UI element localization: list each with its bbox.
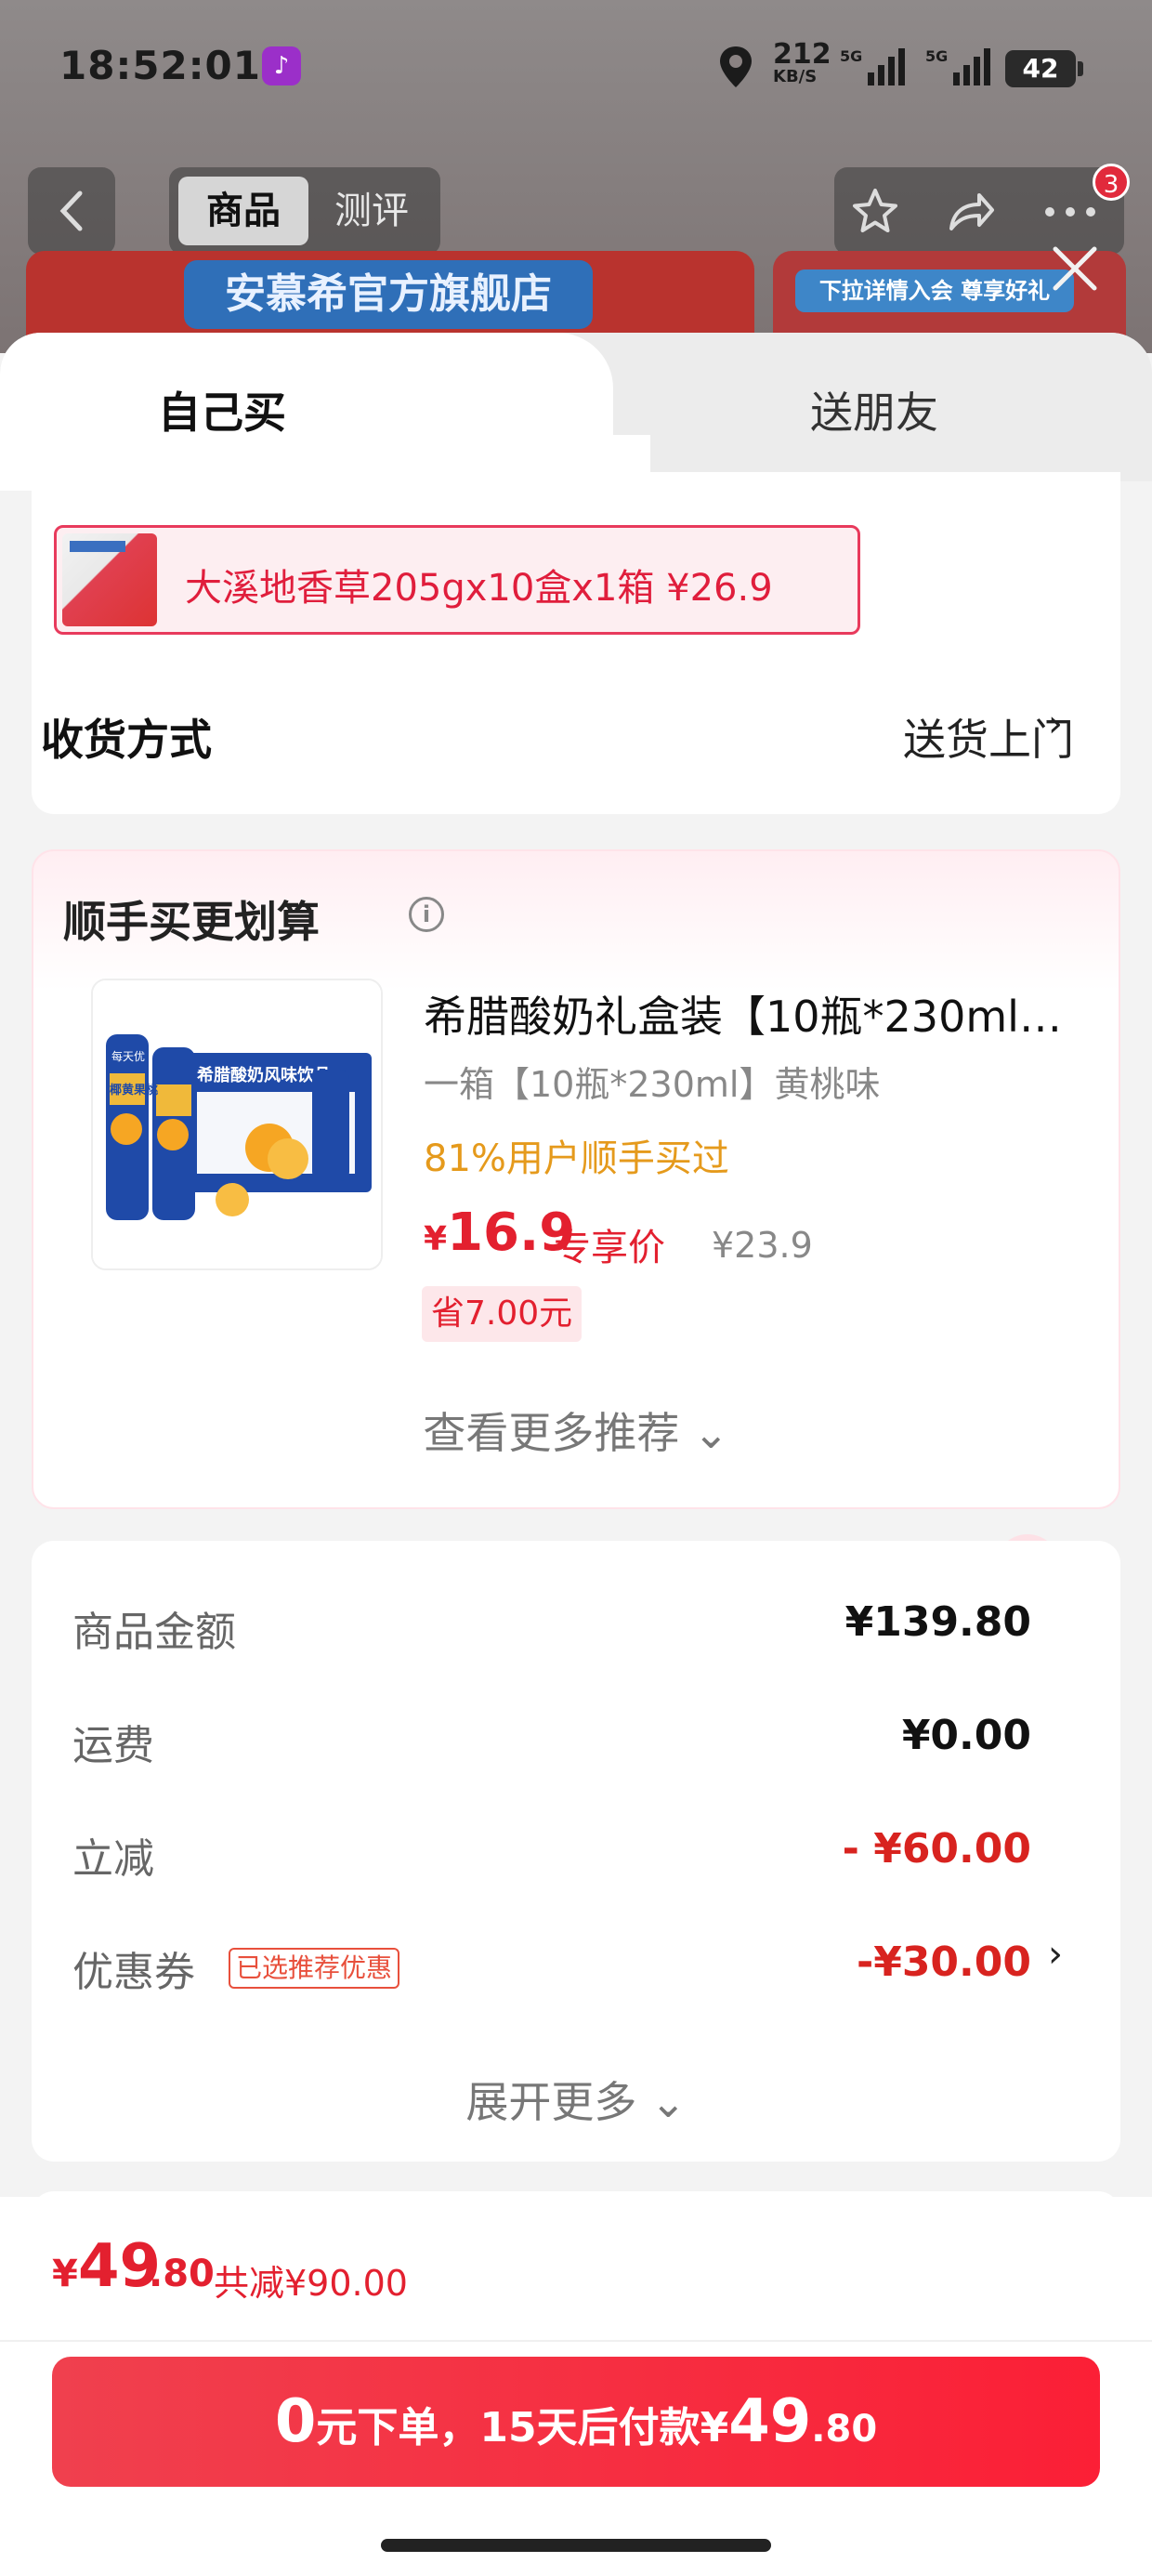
addon-original-price: ¥23.9 xyxy=(712,1225,813,1266)
summary-shipping-label: 运费 xyxy=(72,1722,154,1769)
tab-buy-for-self-label: 自己买 xyxy=(158,388,286,438)
summary-goods-amount-label: 商品金额 xyxy=(72,1609,236,1656)
svg-text:希腊酸奶风味饮品: 希腊酸奶风味饮品 xyxy=(197,1065,331,1085)
addon-product-spec: 一箱【10瓶*230ml】黄桃味 xyxy=(424,1064,881,1105)
total-saved: 共减¥90.00 xyxy=(214,2263,408,2304)
promo-text: 下拉详情入会 尊享好礼 xyxy=(795,269,1074,312)
addon-bought-ratio: 81%用户顺手买过 xyxy=(424,1137,729,1180)
share-icon[interactable] xyxy=(944,186,996,238)
summary-coupon-value[interactable]: -¥30.00 xyxy=(857,1939,1031,1986)
view-more-recommendations[interactable]: 查看更多推荐 ⌄ xyxy=(0,1400,1152,1461)
tab-gift-to-friend[interactable]: 送朋友 xyxy=(810,379,938,440)
signal-5g-icon: 5G xyxy=(925,47,990,85)
addon-product-image[interactable]: 希腊酸奶风味饮品 椰黄果桃 每天优 xyxy=(91,979,383,1270)
addon-title: 顺手买更划算 xyxy=(63,897,320,947)
svg-text:5G: 5G xyxy=(925,47,948,65)
back-button[interactable] xyxy=(28,167,115,255)
summary-goods-amount-value: ¥139.80 xyxy=(844,1598,1031,1646)
tab-review[interactable]: 测评 xyxy=(308,177,435,245)
total-amount-decimal: .80 xyxy=(149,2253,215,2295)
summary-coupon-label: 优惠券 xyxy=(72,1949,195,1996)
svg-text:椰黄果桃: 椰黄果桃 xyxy=(110,1083,158,1097)
chevron-right-icon[interactable]: › xyxy=(1048,1933,1063,1976)
info-icon[interactable]: i xyxy=(409,897,444,932)
chevron-right-icon[interactable]: › xyxy=(1048,703,1063,745)
star-favorite-icon[interactable] xyxy=(849,186,901,238)
gift-item-text: 大溪地香草205gx10盒x1箱 ¥26.9 xyxy=(185,567,773,610)
chevron-down-icon: ⌄ xyxy=(636,2077,687,2127)
coupon-recommended-tag: 已选推荐优惠 xyxy=(229,1948,400,1989)
chevron-down-icon: ⌄ xyxy=(679,1408,729,1458)
location-icon xyxy=(720,46,752,87)
more-icon[interactable] xyxy=(1041,186,1100,238)
tab-buy-for-self[interactable]: 自己买 xyxy=(0,333,650,491)
svg-text:5G: 5G xyxy=(840,47,862,65)
status-bar: 18:52:01 ♪ 212 KB/S 5G 5G 42 xyxy=(0,0,1152,139)
yogurt-box-image: 希腊酸奶风味饮品 椰黄果桃 每天优 xyxy=(93,980,381,1268)
summary-instant-discount-label: 立减 xyxy=(72,1835,154,1883)
gift-item-thumbnail xyxy=(62,533,157,626)
svg-text:每天优: 每天优 xyxy=(111,1049,145,1063)
addon-save-tag: 省7.00元 xyxy=(422,1286,583,1342)
battery-icon: 42 xyxy=(1005,50,1083,87)
pay-later-order-button[interactable]: 0元下单，15天后付款¥49.80 xyxy=(52,2357,1100,2487)
summary-instant-discount-value: - ¥60.00 xyxy=(842,1825,1031,1873)
store-name: 安慕希官方旗舰店 xyxy=(184,260,593,329)
buy-mode-tabs: 自己买 送朋友 xyxy=(0,333,1152,491)
bell-notification-icon: ♪ xyxy=(262,46,301,85)
addon-product-name[interactable]: 希腊酸奶礼盒装【10瓶*230ml】黄桃味 xyxy=(424,983,1065,1045)
expand-more-button[interactable]: 展开更多 ⌄ xyxy=(0,2069,1152,2130)
close-icon[interactable] xyxy=(1046,240,1104,297)
cart-badge: 3 xyxy=(1093,164,1130,201)
addon-product-price: ¥16.9 xyxy=(424,1203,576,1263)
divider xyxy=(0,2340,1152,2342)
exclusive-price-label: 专享价 xyxy=(554,1227,665,1269)
signal-5g-icon: 5G xyxy=(840,47,905,85)
shipping-method-label: 收货方式 xyxy=(41,715,212,765)
page-tab-switch: 商品 测评 xyxy=(169,167,440,255)
tab-product[interactable]: 商品 xyxy=(178,177,308,245)
gift-item-row[interactable]: 大溪地香草205gx10盒x1箱 ¥26.9 xyxy=(54,525,860,635)
home-indicator[interactable] xyxy=(381,2539,771,2552)
network-speed: 212 KB/S xyxy=(773,38,831,86)
total-currency: ¥ xyxy=(52,2253,78,2295)
status-time: 18:52:01 xyxy=(59,43,261,88)
chevron-left-icon xyxy=(59,191,83,231)
summary-shipping-value: ¥0.00 xyxy=(901,1712,1031,1759)
